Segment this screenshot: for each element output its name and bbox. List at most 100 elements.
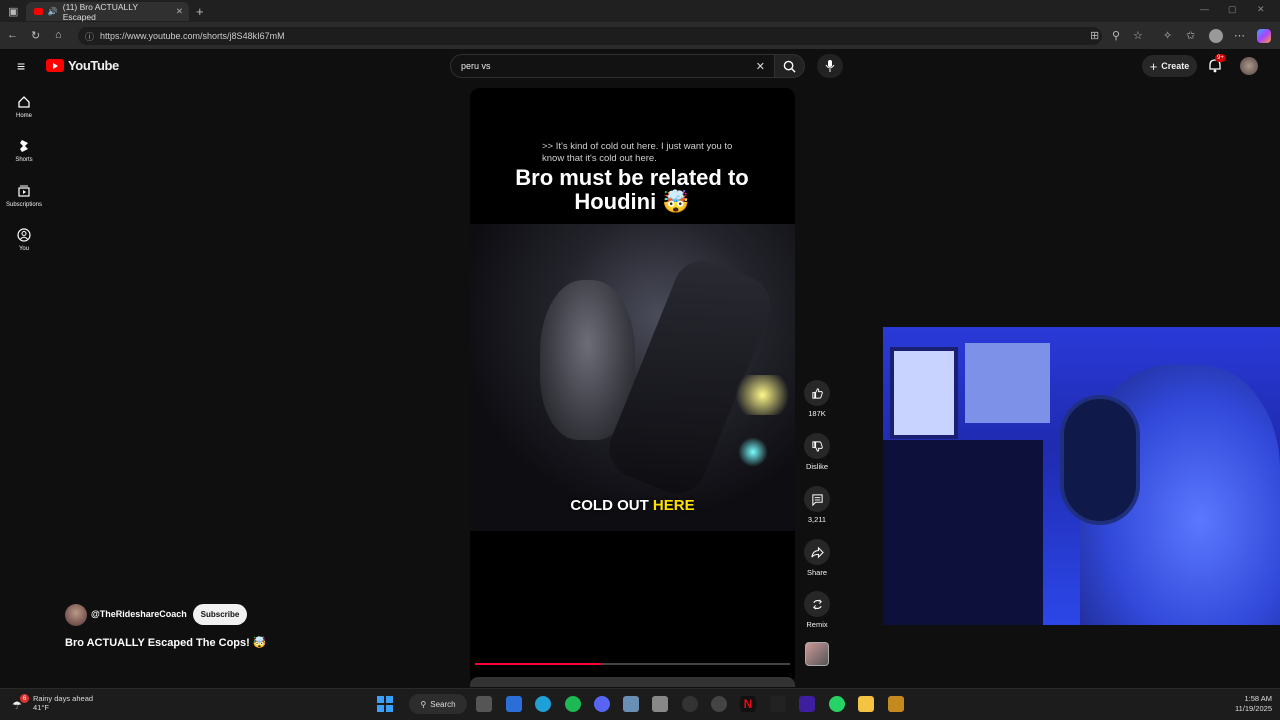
new-tab-icon[interactable]: + xyxy=(196,4,204,19)
create-button[interactable]: + Create xyxy=(1142,55,1197,77)
extensions-icon[interactable]: ✧ xyxy=(1163,29,1172,42)
clock-time: 1:58 AM xyxy=(1244,694,1272,703)
edge-icon[interactable] xyxy=(535,696,551,712)
youtube-logo[interactable]: YouTube xyxy=(46,58,119,73)
comments-button[interactable]: 3,211 xyxy=(804,486,830,524)
thumbs-up-icon xyxy=(811,387,823,399)
close-window-icon[interactable]: ✕ xyxy=(1257,4,1265,15)
notifications-button[interactable]: 9+ xyxy=(1208,54,1226,74)
notification-badge: 9+ xyxy=(1215,54,1226,62)
search-value: peru vs xyxy=(461,61,491,71)
address-bar[interactable]: ⓘ https://www.youtube.com/shorts/j8S48kI… xyxy=(78,27,1102,45)
sidebar-item-shorts[interactable]: Shorts xyxy=(0,139,48,179)
app-available-icon[interactable]: ⊞ xyxy=(1090,29,1099,42)
windows-taskbar xyxy=(0,688,1280,720)
channel-avatar[interactable] xyxy=(65,604,87,626)
whatsapp-icon[interactable] xyxy=(829,696,845,712)
weather-widget-icon[interactable]: 6 ☂ xyxy=(12,694,30,712)
remix-label: Remix xyxy=(806,620,828,629)
file-tool-icon[interactable] xyxy=(652,696,668,712)
comment-icon xyxy=(811,493,823,506)
zoom-icon[interactable]: ⚲ xyxy=(1112,29,1120,42)
wall-picture-frame xyxy=(890,347,958,439)
minimize-icon[interactable]: — xyxy=(1200,4,1209,14)
back-icon[interactable]: ← xyxy=(7,29,18,41)
like-button[interactable]: 187K xyxy=(804,380,830,418)
obs-icon[interactable] xyxy=(682,696,698,712)
logo-text: YouTube xyxy=(68,58,119,73)
webcam-background-shadow xyxy=(883,440,1043,625)
sidebar-item-home[interactable]: Home xyxy=(0,95,48,135)
channel-name[interactable]: @TheRideshareCoach xyxy=(91,609,187,619)
capcut-icon[interactable] xyxy=(770,696,786,712)
favorites-icon[interactable]: ✩ xyxy=(1186,29,1195,42)
sound-source-avatar[interactable] xyxy=(805,642,829,666)
tab-title: (11) Bro ACTUALLY Escaped xyxy=(62,1,138,22)
voice-search-button[interactable] xyxy=(817,54,843,78)
photos-icon[interactable] xyxy=(623,696,639,712)
remix-button[interactable]: Remix xyxy=(804,591,830,629)
netflix-icon[interactable]: N xyxy=(740,696,756,712)
comment-count: 3,211 xyxy=(807,515,827,524)
wall-poster xyxy=(965,343,1050,423)
dislike-button[interactable]: Dislike xyxy=(804,433,830,471)
sidebar-item-label: Subscriptions xyxy=(5,202,43,208)
sidebar-item-label: Home xyxy=(15,113,32,119)
close-tab-icon[interactable]: ✕ xyxy=(176,6,183,17)
webcam-headset xyxy=(1060,395,1140,525)
reload-icon[interactable]: ↻ xyxy=(31,29,40,42)
search-input[interactable]: peru vs ✕ xyxy=(450,54,775,78)
task-view-icon[interactable] xyxy=(476,696,492,712)
clear-search-icon[interactable]: ✕ xyxy=(756,60,765,73)
spotify-icon[interactable] xyxy=(565,696,581,712)
weather-temp: 41°F xyxy=(33,703,49,712)
yahoo-icon[interactable] xyxy=(799,696,815,712)
profile-avatar[interactable] xyxy=(1209,29,1223,43)
shorts-icon xyxy=(20,140,28,152)
clock-date: 11/19/2025 xyxy=(1235,704,1272,713)
site-info-icon[interactable]: ⓘ xyxy=(85,30,94,43)
youtube-play-logo-icon xyxy=(46,59,64,72)
copilot-icon[interactable] xyxy=(1257,29,1271,43)
home-browser-icon[interactable]: ⌂ xyxy=(55,29,62,41)
dislike-label: Dislike xyxy=(805,462,829,471)
app-store-icon[interactable] xyxy=(506,696,522,712)
menu-icon[interactable]: ≡ xyxy=(17,58,25,74)
taskbar-clock[interactable]: 1:58 AM 11/19/2025 xyxy=(1222,694,1272,714)
file-explorer-icon[interactable] xyxy=(858,696,874,712)
share-icon xyxy=(810,546,824,558)
video-title-overlay: Bro must be related to Houdini 🤯 xyxy=(515,165,749,214)
microphone-icon xyxy=(825,60,835,72)
cyan-light xyxy=(738,437,768,467)
favorite-star-icon[interactable]: ☆ xyxy=(1133,29,1143,42)
tab-actions-icon[interactable]: ▣ xyxy=(8,5,18,18)
youtube-favicon-icon xyxy=(34,8,43,15)
share-label: Share xyxy=(806,568,827,577)
next-short-preview[interactable] xyxy=(470,677,795,687)
sidebar-item-you[interactable]: You xyxy=(0,228,48,268)
thumbs-down-icon xyxy=(811,440,823,452)
weather-widget[interactable]: Rainy days ahead 41°F xyxy=(33,694,93,712)
subscribe-button[interactable]: Subscribe xyxy=(193,604,247,625)
archive-app-icon[interactable] xyxy=(888,696,904,712)
start-button[interactable] xyxy=(377,696,393,712)
remix-icon xyxy=(812,599,822,609)
search-button[interactable] xyxy=(775,54,805,78)
sidebar-item-label: Shorts xyxy=(15,157,33,163)
share-button[interactable]: Share xyxy=(804,539,830,577)
subscriptions-icon xyxy=(18,185,30,197)
weather-text: Rainy days ahead xyxy=(33,694,94,703)
search-icon xyxy=(783,60,796,73)
account-avatar[interactable] xyxy=(1240,57,1258,75)
maximize-icon[interactable]: ▢ xyxy=(1228,4,1237,15)
sidebar-item-subscriptions[interactable]: Subscriptions xyxy=(0,184,48,224)
more-menu-icon[interactable]: ⋯ xyxy=(1234,29,1245,42)
discord-icon[interactable] xyxy=(594,696,610,712)
video-title: Bro ACTUALLY Escaped The Cops! 🤯 xyxy=(65,637,267,649)
taskbar-search-label: Search xyxy=(430,699,456,709)
taskbar-search[interactable]: ⚲ Search xyxy=(409,694,467,714)
sidebar-item-label: You xyxy=(18,246,30,252)
browser-tab-bar xyxy=(0,0,1280,22)
browser-tab[interactable]: 🔊 (11) Bro ACTUALLY Escaped ✕ xyxy=(26,1,189,22)
itunes-icon[interactable] xyxy=(711,696,727,712)
